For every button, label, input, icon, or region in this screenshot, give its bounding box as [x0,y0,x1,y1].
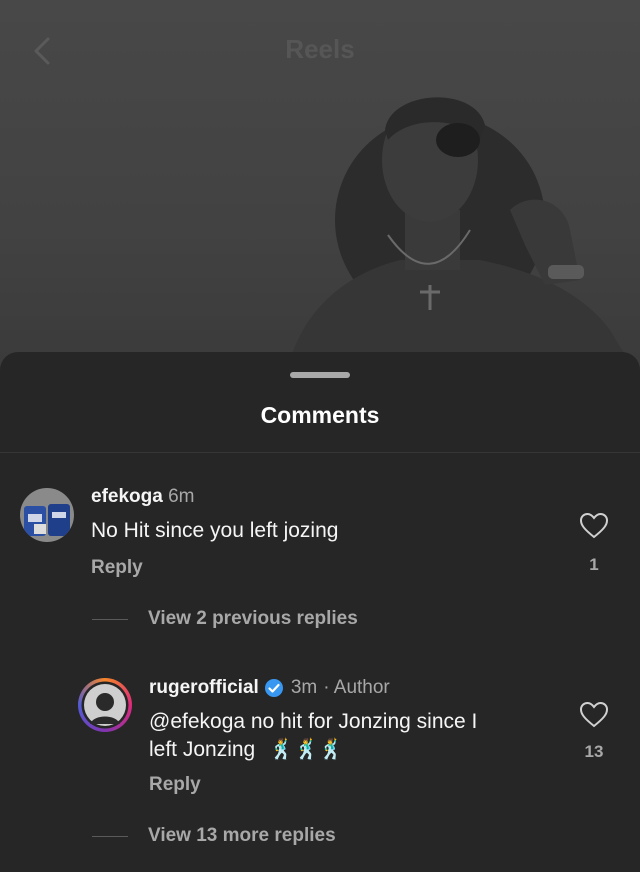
avatar[interactable] [78,678,132,732]
comment-username[interactable]: rugerofficial [149,677,259,699]
heart-icon[interactable] [580,513,608,539]
page-title: Reels [285,34,355,64]
view-previous-replies[interactable]: View 2 previous replies [92,608,358,630]
comment-time: 3m [290,677,318,698]
comment-header: rugerofficial 3m · Author [149,677,390,699]
sheet-title: Comments [260,402,380,428]
comment-header: efekoga 6m [91,486,195,508]
comments-sheet: Comments efekoga 6m No Hit since you lef… [0,352,640,872]
comment-text: No Hit since you left jozing [91,519,339,542]
reel-background: Reels [0,0,640,380]
divider [92,618,128,620]
view-replies-label: View 13 more replies [148,825,336,846]
comment-text: @efekoga no hit for Jonzing since I left… [149,708,477,764]
sheet-drag-handle[interactable] [290,372,350,378]
avatar[interactable] [20,488,74,542]
heart-icon[interactable] [580,702,608,728]
reel-video-thumbnail [285,97,640,380]
view-more-replies[interactable]: View 13 more replies [92,825,336,847]
avatar-image [81,681,129,729]
like-count: 13 [584,742,604,761]
author-label: · Author [323,677,390,698]
reply-button[interactable]: Reply [91,557,143,579]
comment-text-line: @efekoga no hit for Jonzing since I [149,710,478,733]
verified-badge-icon [264,679,283,697]
reply-button[interactable]: Reply [149,774,201,796]
comment-time: 6m [168,486,195,507]
divider [92,835,128,837]
dancer-emoji-icon: 🕺🕺🕺 [269,739,344,761]
comment-username[interactable]: efekoga [91,486,163,507]
view-replies-label: View 2 previous replies [148,608,358,629]
comment-text-line-2: left Jonzing [149,738,256,761]
avatar-image [20,488,74,542]
comment-text-line: left Jonzing 🕺🕺🕺 [149,736,477,764]
divider [0,452,640,453]
like-count: 1 [589,555,599,574]
